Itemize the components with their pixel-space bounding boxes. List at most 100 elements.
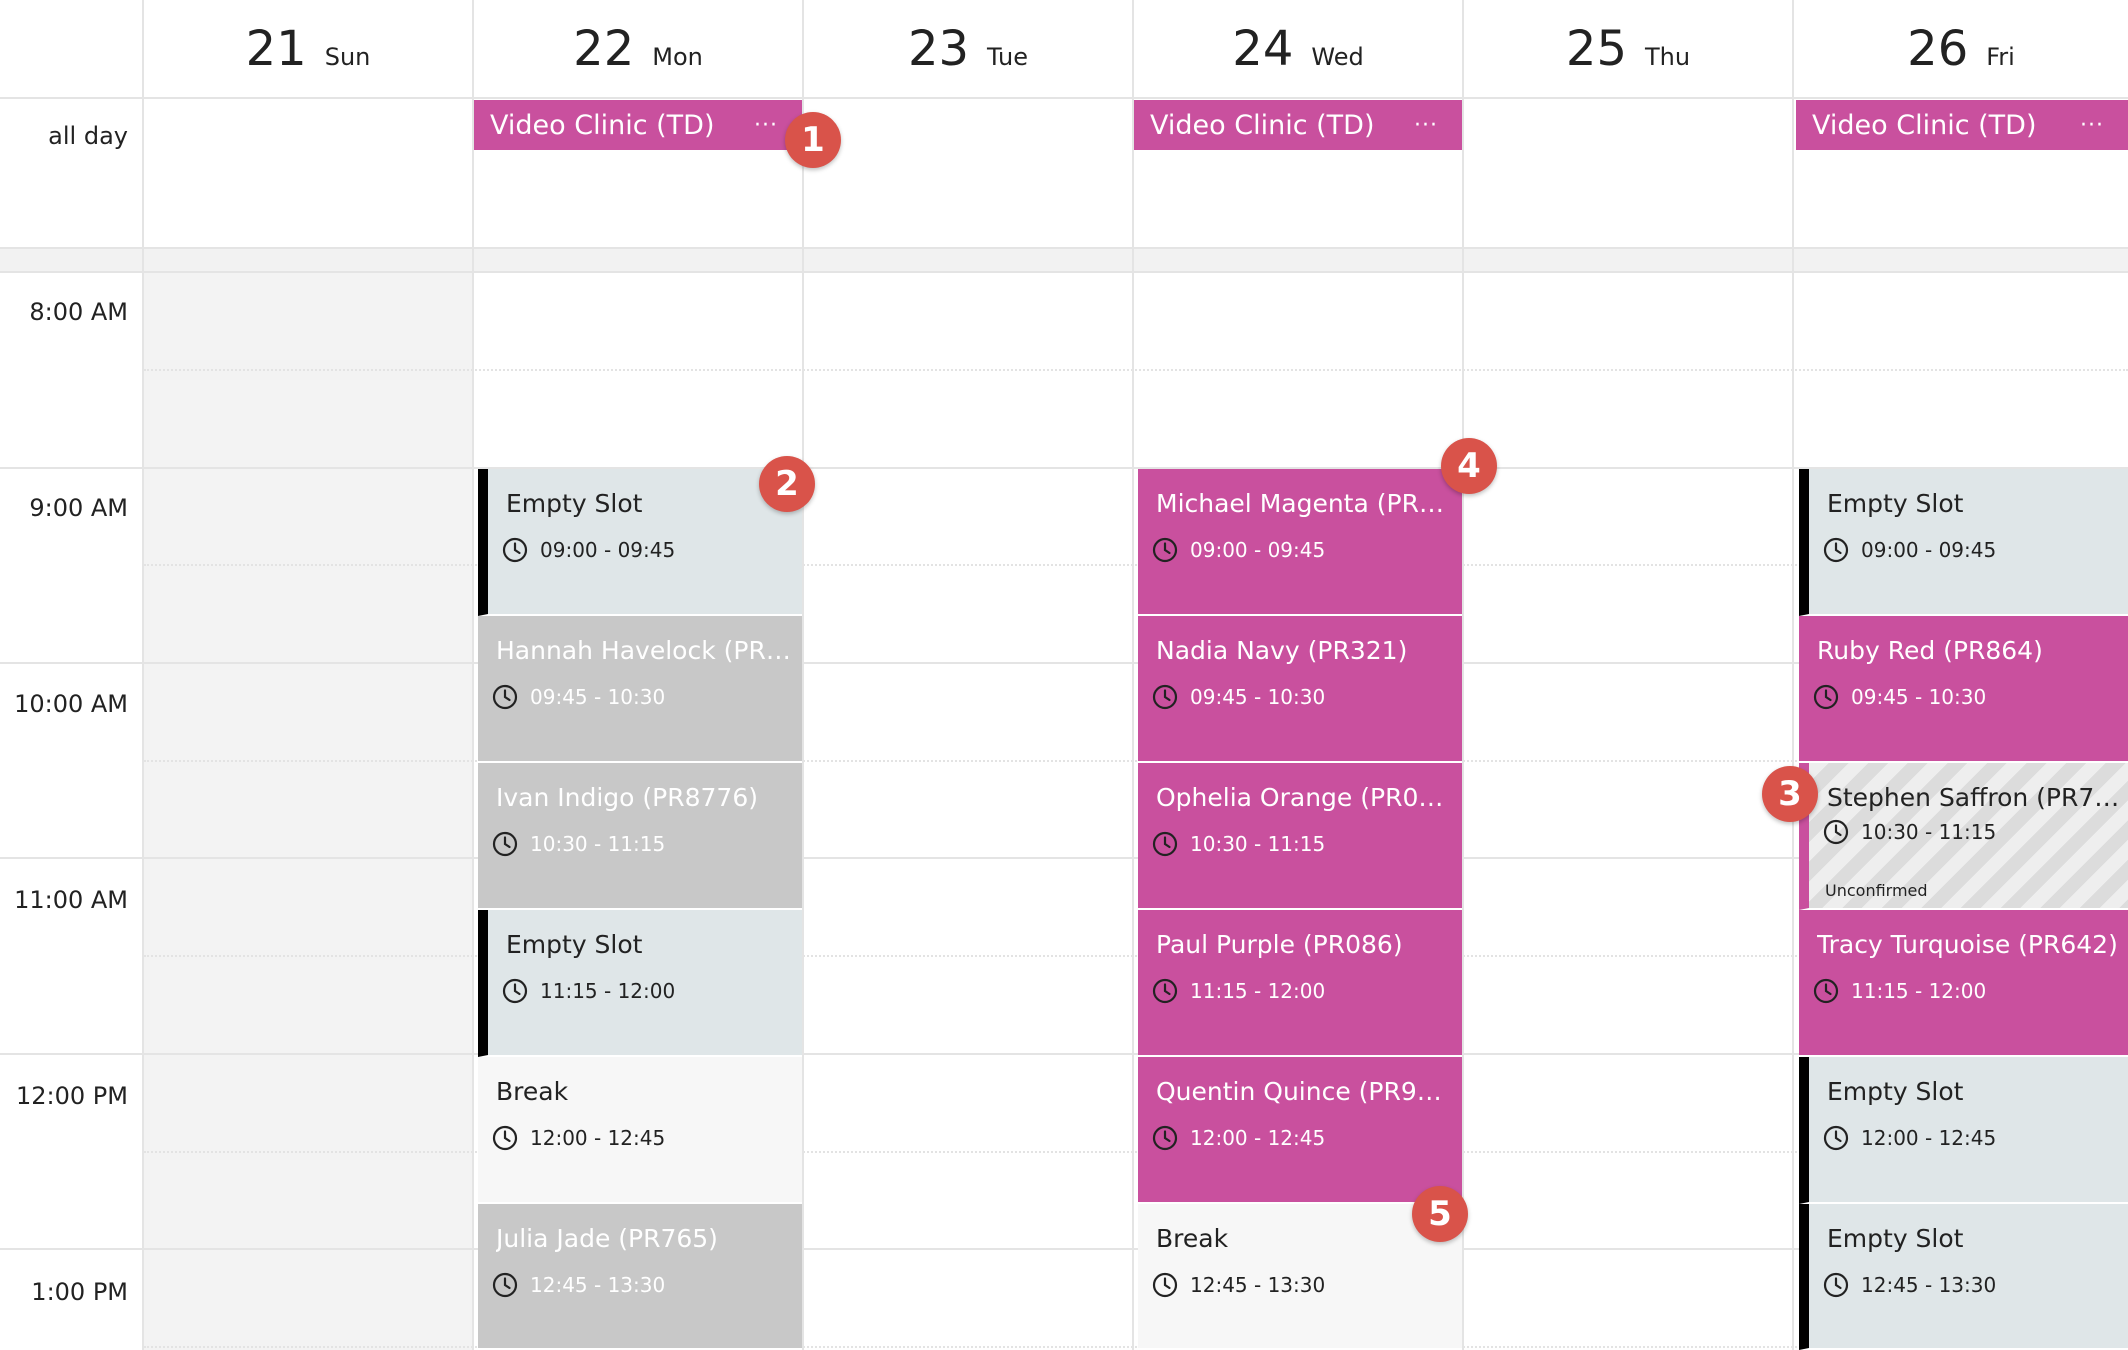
day-name: Thu [1644, 43, 1691, 71]
more-icon[interactable]: ··· [2080, 113, 2104, 138]
event-break[interactable]: Break 12:00 - 12:45 [478, 1057, 802, 1204]
event-time-row: 10:30 - 11:15 [1152, 831, 1325, 857]
event-title: Break [1156, 1224, 1229, 1253]
event-appointment-past[interactable]: Ivan Indigo (PR8776) 10:30 - 11:15 [478, 763, 802, 910]
clock-icon [1813, 684, 1839, 710]
clock-icon [492, 831, 518, 857]
event-appointment[interactable]: Ruby Red (PR864) 09:45 - 10:30 [1799, 616, 2128, 763]
clock-icon [492, 1125, 518, 1151]
event-empty-slot[interactable]: Empty Slot 12:00 - 12:45 [1799, 1057, 2128, 1204]
event-time: 11:15 - 12:00 [1851, 979, 1987, 1003]
day-number: 23 [907, 21, 970, 77]
event-time-row: 10:30 - 11:15 [492, 831, 665, 857]
event-time: 12:00 - 12:45 [1190, 1126, 1326, 1150]
event-break[interactable]: Break 12:45 - 13:30 [1138, 1204, 1462, 1350]
day-name: Tue [987, 43, 1029, 71]
event-time-row: 11:15 - 12:00 [1813, 978, 1986, 1004]
event-time: 11:15 - 12:00 [1190, 979, 1326, 1003]
column-divider [1132, 0, 1134, 1350]
event-time: 09:00 - 09:45 [540, 538, 676, 562]
allday-event-title: Video Clinic (TD) [490, 109, 715, 141]
time-label-11am: 11:00 AM [14, 886, 128, 914]
event-appointment[interactable]: Nadia Navy (PR321) 09:45 - 10:30 [1138, 616, 1462, 763]
event-title: Ivan Indigo (PR8776) [496, 783, 758, 812]
clock-icon [1152, 978, 1178, 1004]
event-appointment-unconfirmed[interactable]: Stephen Saffron (PR753) 10:30 - 11:15 Un… [1799, 763, 2128, 910]
day-number: 26 [1907, 21, 1969, 77]
event-appointment[interactable]: Tracy Turquoise (PR642) 11:15 - 12:00 [1799, 910, 2128, 1057]
clock-icon [1823, 537, 1849, 563]
event-title: Break [496, 1077, 569, 1106]
day-header-sun[interactable]: 21 Sun [144, 0, 472, 98]
clock-icon [1823, 1272, 1849, 1298]
event-title: Tracy Turquoise (PR642) [1817, 930, 2118, 959]
event-title: Michael Magenta (PR432) [1156, 489, 1456, 518]
column-divider [142, 0, 144, 1350]
event-title: Ruby Red (PR864) [1817, 636, 2043, 665]
event-time-row: 09:45 - 10:30 [1152, 684, 1325, 710]
event-appointment[interactable]: Quentin Quince (PR975) 12:00 - 12:45 [1138, 1057, 1462, 1204]
day-header-tue[interactable]: 23 Tue [804, 0, 1132, 98]
event-time: 12:45 - 13:30 [1861, 1273, 1997, 1297]
column-divider [802, 0, 804, 1350]
annotation-marker: 5 [1412, 1186, 1468, 1242]
sunday-column-shade [144, 272, 472, 1350]
allday-event-fri[interactable]: Video Clinic (TD) ··· [1796, 100, 2128, 150]
week-calendar: 21 Sun 22 Mon 23 Tue 24 Wed 25 Thu 26 Fr… [0, 0, 2128, 1350]
allday-divider [0, 247, 2128, 273]
day-header-thu[interactable]: 25 Thu [1464, 0, 1792, 98]
event-title: Quentin Quince (PR975) [1156, 1077, 1456, 1106]
day-header-mon[interactable]: 22 Mon [474, 0, 802, 98]
event-time-row: 12:00 - 12:45 [1152, 1125, 1325, 1151]
event-title: Empty Slot [1827, 1077, 1964, 1106]
event-title: Empty Slot [506, 489, 643, 518]
event-empty-slot[interactable]: Empty Slot 09:00 - 09:45 [1799, 469, 2128, 616]
day-header-fri[interactable]: 26 Fri [1794, 0, 2128, 98]
event-time-row: 12:00 - 12:45 [1823, 1125, 1996, 1151]
event-time-row: 12:45 - 13:30 [492, 1272, 665, 1298]
clock-icon [502, 537, 528, 563]
day-name: Sun [324, 43, 371, 71]
event-time-row: 09:00 - 09:45 [1152, 537, 1325, 563]
event-time: 12:45 - 13:30 [1190, 1273, 1326, 1297]
allday-event-wed[interactable]: Video Clinic (TD) ··· [1134, 100, 1462, 150]
event-time-row: 09:00 - 09:45 [1823, 537, 1996, 563]
event-time: 12:00 - 12:45 [530, 1126, 666, 1150]
column-divider [472, 0, 474, 1350]
event-appointment[interactable]: Paul Purple (PR086) 11:15 - 12:00 [1138, 910, 1462, 1057]
day-header-wed[interactable]: 24 Wed [1134, 0, 1462, 98]
event-appointment-past[interactable]: Julia Jade (PR765) 12:45 - 13:30 [478, 1204, 802, 1350]
event-empty-slot[interactable]: Empty Slot 11:15 - 12:00 [478, 910, 802, 1057]
event-time-row: 09:45 - 10:30 [1813, 684, 1986, 710]
clock-icon [1823, 1125, 1849, 1151]
time-label-12pm: 12:00 PM [16, 1082, 128, 1110]
event-appointment[interactable]: Ophelia Orange (PR098) 10:30 - 11:15 [1138, 763, 1462, 910]
allday-event-mon[interactable]: Video Clinic (TD) ··· [474, 100, 802, 150]
event-title: Julia Jade (PR765) [496, 1224, 718, 1253]
status-badge: Unconfirmed [1825, 881, 1928, 900]
clock-icon [492, 684, 518, 710]
day-name: Fri [1986, 43, 2015, 71]
clock-icon [492, 1272, 518, 1298]
event-time: 11:15 - 12:00 [540, 979, 676, 1003]
allday-event-title: Video Clinic (TD) [1812, 109, 2037, 141]
clock-icon [1823, 819, 1849, 845]
event-title: Hannah Havelock (PR98... [496, 636, 796, 665]
event-time-row: 10:30 - 11:15 [1823, 819, 1996, 845]
event-empty-slot[interactable]: Empty Slot 12:45 - 13:30 [1799, 1204, 2128, 1350]
annotation-marker: 2 [759, 456, 815, 512]
clock-icon [1813, 978, 1839, 1004]
event-appointment[interactable]: Michael Magenta (PR432) 09:00 - 09:45 [1138, 469, 1462, 616]
more-icon[interactable]: ··· [754, 113, 778, 138]
event-appointment-past[interactable]: Hannah Havelock (PR98... 09:45 - 10:30 [478, 616, 802, 763]
event-time: 09:45 - 10:30 [1851, 685, 1987, 709]
clock-icon [1152, 1272, 1178, 1298]
more-icon[interactable]: ··· [1414, 113, 1438, 138]
event-time-row: 11:15 - 12:00 [502, 978, 675, 1004]
event-empty-slot[interactable]: Empty Slot 09:00 - 09:45 [478, 469, 802, 616]
annotation-marker: 1 [785, 112, 841, 168]
clock-icon [1152, 1125, 1178, 1151]
annotation-marker: 4 [1441, 438, 1497, 494]
time-label-9am: 9:00 AM [29, 494, 128, 522]
allday-label: all day [48, 122, 128, 150]
